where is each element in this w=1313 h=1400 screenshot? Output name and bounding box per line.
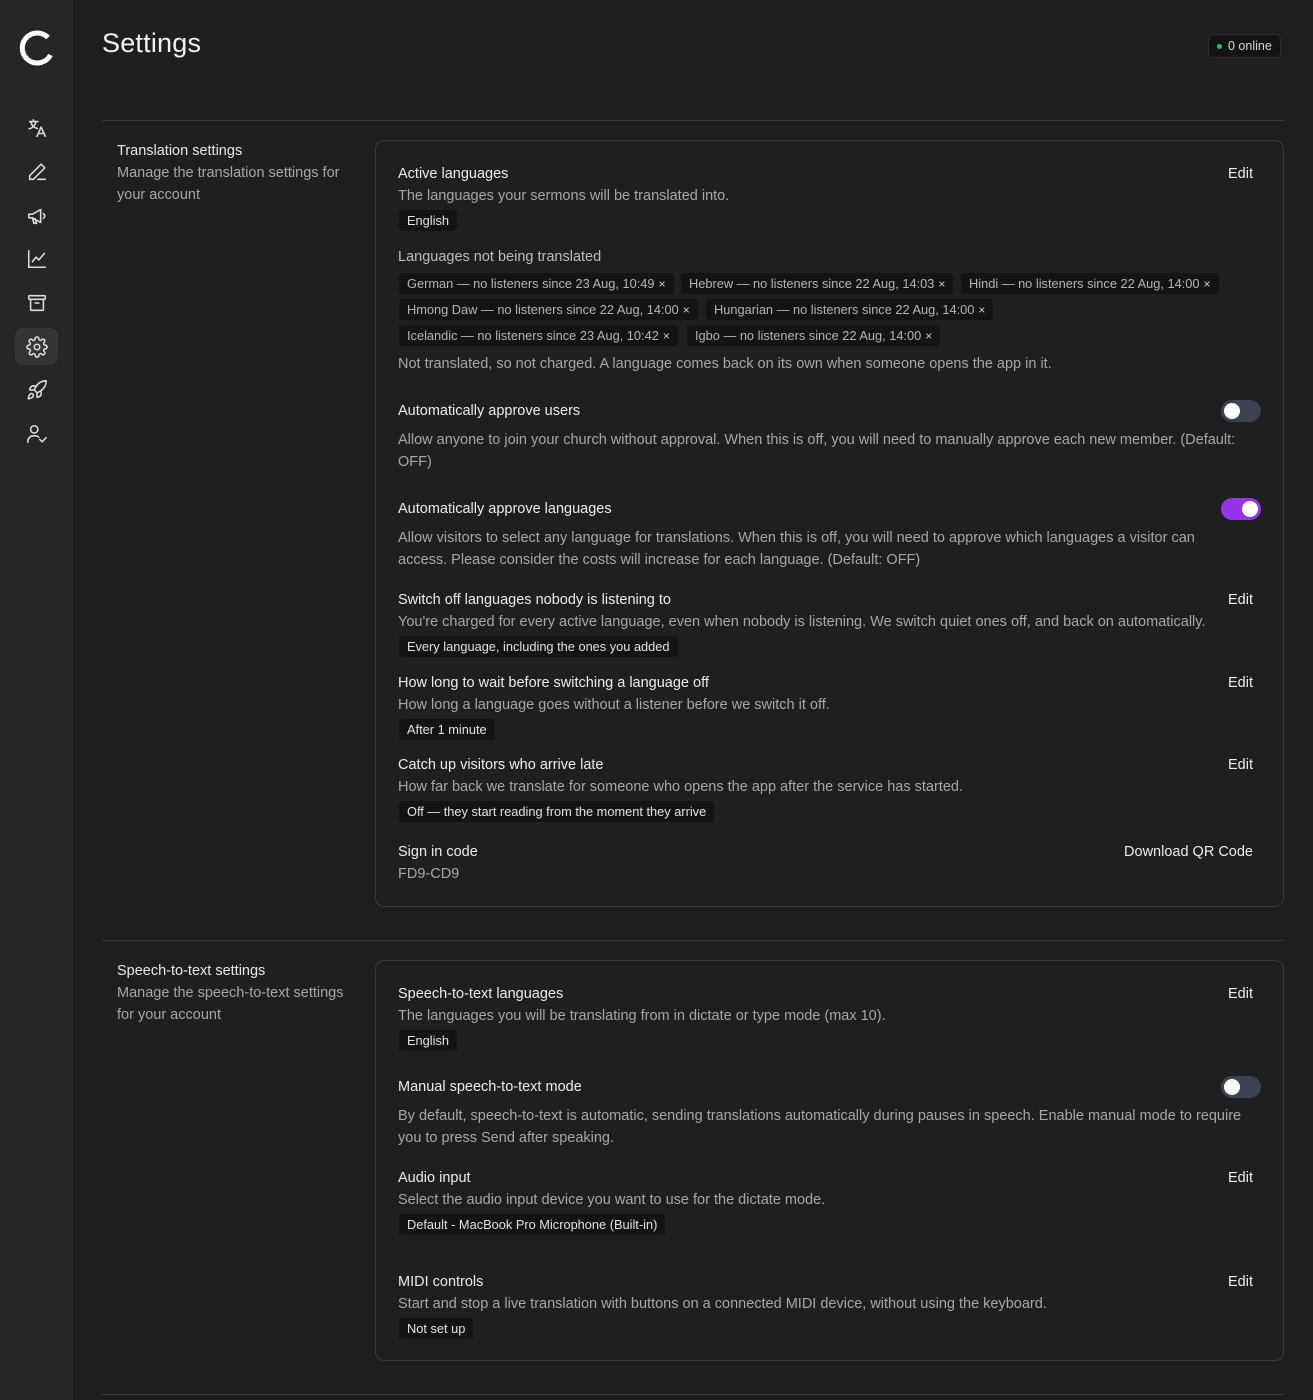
section-description-translation: Manage the translation settings for your…	[117, 165, 340, 203]
catch-up-edit-button[interactable]: Edit	[1228, 757, 1253, 773]
wait-time-label: How long to wait before switching a lang…	[398, 675, 709, 691]
active-languages-edit-button[interactable]: Edit	[1228, 166, 1253, 182]
sign-in-code-label: Sign in code	[398, 844, 478, 860]
stt-languages-label: Speech-to-text languages	[398, 986, 564, 1002]
active-languages-label: Active languages	[398, 166, 509, 182]
online-count: 0 online	[1228, 39, 1272, 53]
audio-input-label: Audio input	[398, 1170, 471, 1186]
inactive-language-chip: Hebrew — no listeners since 22 Aug, 14:0…	[681, 273, 954, 294]
sidebar-item-archive[interactable]	[15, 284, 58, 321]
gear-icon	[25, 335, 48, 358]
audio-input-value: Default - MacBook Pro Microphone (Built-…	[399, 1214, 666, 1235]
divider	[102, 120, 1284, 121]
divider	[102, 940, 1284, 941]
sidebar	[0, 0, 73, 1400]
language-chip-english: English	[399, 210, 457, 231]
inactive-language-chip: Icelandic — no listeners since 23 Aug, 1…	[399, 325, 678, 346]
midi-controls-description: Start and stop a live translation with b…	[398, 1296, 1047, 1312]
stt-languages-description: The languages you will be translating fr…	[398, 1008, 886, 1024]
archive-icon	[27, 294, 46, 311]
rocket-icon	[27, 379, 47, 399]
audio-input-description: Select the audio input device you want t…	[398, 1192, 826, 1208]
switch-off-edit-button[interactable]: Edit	[1228, 592, 1253, 608]
online-status-badge: 0 online	[1208, 34, 1281, 58]
inactive-language-chip: Hungarian — no listeners since 22 Aug, 1…	[706, 299, 994, 320]
switch-off-label: Switch off languages nobody is listening…	[398, 592, 671, 608]
midi-controls-value: Not set up	[399, 1318, 474, 1339]
pen-icon	[28, 162, 46, 180]
online-dot-icon	[1217, 43, 1222, 49]
remove-language-button[interactable]: ×	[925, 329, 932, 343]
sign-in-code-value: FD9-CD9	[398, 866, 460, 882]
auto-approve-languages-description: Allow visitors to select any language fo…	[398, 530, 1195, 568]
stt-settings-card: Speech-to-text languages Edit The langua…	[375, 960, 1284, 1361]
toggle-knob	[1242, 501, 1258, 517]
page-title: Settings	[102, 28, 202, 58]
catch-up-value: Off — they start reading from the moment…	[399, 801, 715, 822]
user-check-icon	[26, 424, 47, 443]
auto-approve-languages-toggle[interactable]	[1221, 498, 1261, 520]
divider	[102, 1394, 1284, 1395]
sidebar-item-announcements[interactable]	[15, 197, 58, 234]
toggle-knob	[1224, 1079, 1240, 1095]
sidebar-item-analytics[interactable]	[15, 240, 58, 277]
manual-mode-description: By default, speech-to-text is automatic,…	[398, 1108, 1242, 1146]
sidebar-item-users[interactable]	[15, 415, 58, 452]
section-title-translation: Translation settings	[117, 143, 243, 159]
inactive-language-chip: Hmong Daw — no listeners since 22 Aug, 1…	[399, 299, 698, 320]
remove-language-button[interactable]: ×	[683, 303, 690, 317]
sidebar-item-translate[interactable]	[15, 109, 58, 146]
manual-mode-label: Manual speech-to-text mode	[398, 1079, 582, 1095]
app-logo-icon[interactable]	[17, 28, 57, 68]
megaphone-icon	[27, 208, 45, 224]
not-translated-note: Not translated, so not charged. A langua…	[398, 356, 1052, 372]
stt-languages-edit-button[interactable]: Edit	[1228, 986, 1253, 1002]
catch-up-label: Catch up visitors who arrive late	[398, 757, 604, 773]
midi-controls-edit-button[interactable]: Edit	[1228, 1274, 1253, 1290]
wait-time-description: How long a language goes without a liste…	[398, 697, 830, 713]
sidebar-item-settings[interactable]	[15, 328, 58, 365]
inactive-language-chip: German — no listeners since 23 Aug, 10:4…	[399, 273, 674, 294]
remove-language-button[interactable]: ×	[659, 277, 666, 291]
wait-time-edit-button[interactable]: Edit	[1228, 675, 1253, 691]
switch-off-description: You're charged for every active language…	[398, 614, 1206, 630]
midi-controls-label: MIDI controls	[398, 1274, 484, 1290]
auto-approve-users-description: Allow anyone to join your church without…	[398, 432, 1236, 470]
inactive-language-chip: Igbo — no listeners since 22 Aug, 14:00 ×	[687, 325, 941, 346]
not-translated-label: Languages not being translated	[398, 249, 602, 265]
auto-approve-languages-label: Automatically approve languages	[398, 501, 612, 517]
catch-up-description: How far back we translate for someone wh…	[398, 779, 963, 795]
manual-mode-toggle[interactable]	[1221, 1076, 1261, 1098]
sidebar-item-launch[interactable]	[15, 371, 58, 408]
remove-language-button[interactable]: ×	[978, 303, 985, 317]
wait-time-value: After 1 minute	[399, 719, 495, 740]
chart-line-icon	[27, 249, 46, 268]
sidebar-item-edit[interactable]	[15, 153, 58, 190]
auto-approve-users-label: Automatically approve users	[398, 403, 581, 419]
active-languages-description: The languages your sermons will be trans…	[398, 188, 730, 204]
toggle-knob	[1224, 403, 1240, 419]
translation-settings-card: Active languages Edit The languages your…	[375, 140, 1284, 907]
remove-language-button[interactable]: ×	[1203, 277, 1210, 291]
switch-off-value: Every language, including the ones you a…	[399, 636, 678, 657]
audio-input-edit-button[interactable]: Edit	[1228, 1170, 1253, 1186]
remove-language-button[interactable]: ×	[938, 277, 945, 291]
section-title-stt: Speech-to-text settings	[117, 963, 266, 979]
translate-icon	[27, 118, 46, 137]
section-description-stt: Manage the speech-to-text settings for y…	[117, 985, 344, 1023]
remove-language-button[interactable]: ×	[663, 329, 670, 343]
stt-language-chip-english: English	[399, 1030, 457, 1051]
auto-approve-users-toggle[interactable]	[1221, 400, 1261, 422]
download-qr-code-button[interactable]: Download QR Code	[1124, 844, 1253, 860]
inactive-language-chip: Hindi — no listeners since 22 Aug, 14:00…	[961, 273, 1219, 294]
